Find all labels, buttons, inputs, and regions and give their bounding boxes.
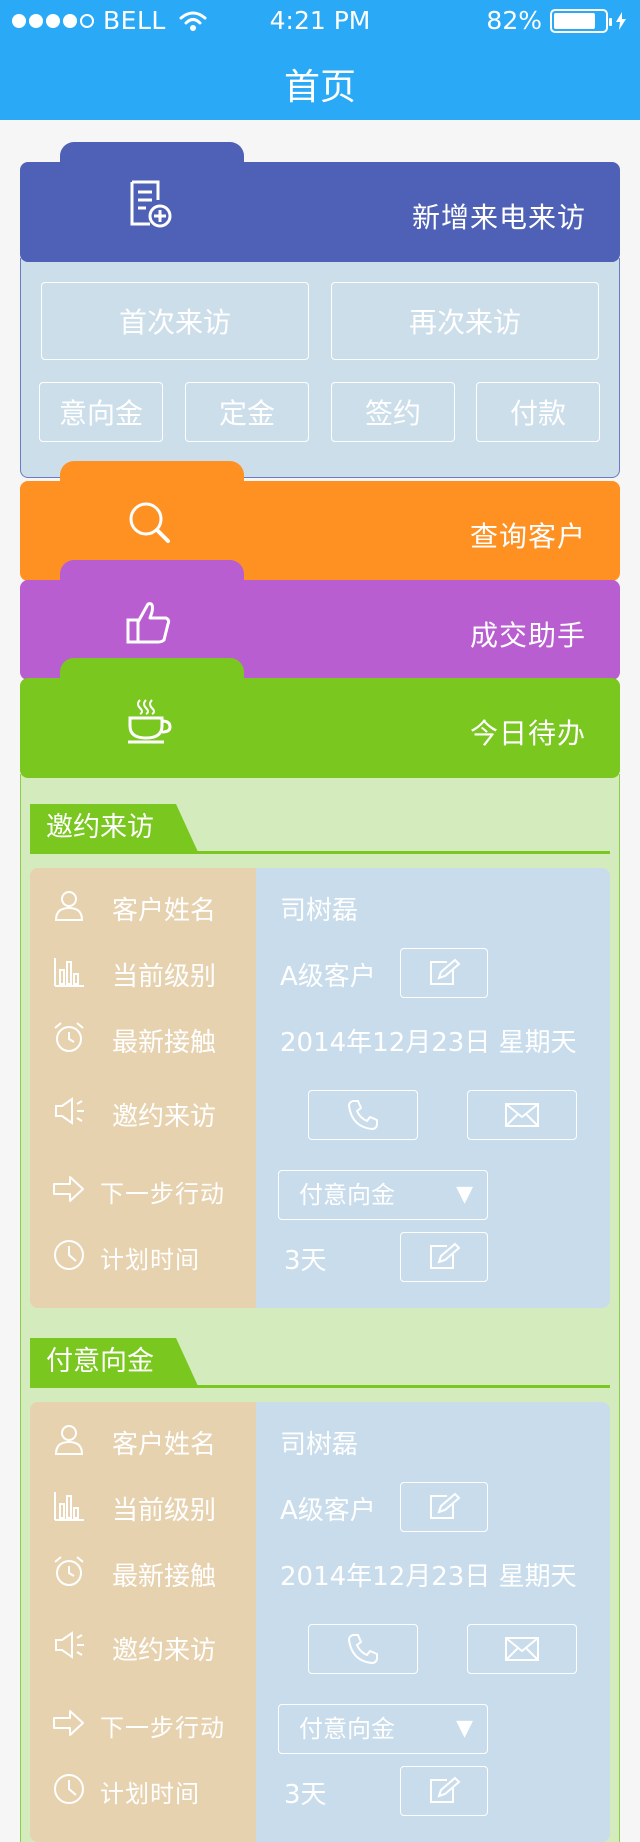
alarm-clock-icon xyxy=(54,1022,84,1052)
next-action-label: 下一步行动 xyxy=(100,1714,225,1742)
next-action-select[interactable]: 付意向金 ▼ xyxy=(278,1704,488,1754)
folder-tab xyxy=(60,658,244,686)
next-action-select[interactable]: 付意向金 ▼ xyxy=(278,1170,488,1220)
person-icon xyxy=(54,1425,84,1455)
plan-time-value: 3天 xyxy=(284,1780,327,1810)
current-level-label: 当前级别 xyxy=(112,962,217,992)
edit-icon xyxy=(430,1242,461,1269)
intent-deposit-button[interactable]: 意向金 xyxy=(39,382,163,442)
dropdown-triangle-icon: ▼ xyxy=(456,1716,473,1741)
new-visit-folder[interactable]: 新增来电来访 xyxy=(20,142,620,262)
deal-assistant-title: 成交助手 xyxy=(469,619,586,652)
megaphone-icon xyxy=(55,1631,84,1659)
invite-visit-label: 邀约来访 xyxy=(112,1102,217,1132)
thumbs-up-icon xyxy=(126,602,171,644)
todo-card: 客户姓名 司树磊 当前级别 A级客户 最新接触 2014年12月23日 星期天 … xyxy=(30,868,610,1308)
payment-button[interactable]: 付款 xyxy=(476,382,600,442)
plan-time-label: 计划时间 xyxy=(100,1780,200,1808)
arrow-right-icon xyxy=(53,1710,84,1736)
envelope-icon xyxy=(505,1103,539,1127)
edit-level-button[interactable] xyxy=(400,1482,488,1532)
customer-name-value: 司树磊 xyxy=(280,896,359,926)
customer-name-label: 客户姓名 xyxy=(112,896,217,926)
edit-icon xyxy=(430,958,461,985)
new-visit-panel: 首次来访 再次来访 意向金 定金 签约 付款 xyxy=(20,258,620,478)
todo-folder[interactable]: 今日待办 xyxy=(20,658,620,778)
phone-icon xyxy=(348,1634,378,1664)
arrow-right-icon xyxy=(53,1176,84,1202)
edit-icon xyxy=(430,1776,461,1803)
message-button[interactable] xyxy=(467,1624,577,1674)
todo-card: 客户姓名 司树磊 当前级别 A级客户 最新接触 2014年12月23日 星期天 … xyxy=(30,1402,610,1842)
folder-tab xyxy=(60,142,244,170)
last-contact-value: 2014年12月23日 星期天 xyxy=(280,1028,577,1058)
todo-section-label: 邀约来访 xyxy=(30,804,198,852)
page-title: 首页 xyxy=(283,67,356,108)
edit-plan-button[interactable] xyxy=(400,1232,488,1282)
todo-section-label: 付意向金 xyxy=(30,1338,198,1386)
battery-percent: 82% xyxy=(486,6,542,35)
last-contact-label: 最新接触 xyxy=(112,1562,217,1592)
dropdown-triangle-icon: ▼ xyxy=(456,1182,473,1207)
alarm-clock-icon xyxy=(54,1556,84,1586)
plan-time-label: 计划时间 xyxy=(100,1246,200,1274)
add-document-icon xyxy=(130,180,172,228)
invite-visit-label: 邀约来访 xyxy=(112,1636,217,1666)
clock-icon xyxy=(54,1240,84,1270)
search-icon xyxy=(129,502,170,543)
search-customer-title: 查询客户 xyxy=(469,520,586,553)
edit-plan-button[interactable] xyxy=(400,1766,488,1816)
first-visit-button[interactable]: 首次来访 xyxy=(41,282,309,360)
new-visit-title: 新增来电来访 xyxy=(411,201,586,234)
top-bar: BELL 4:21 PM 82% 首页 xyxy=(0,0,640,120)
person-icon xyxy=(54,891,84,921)
last-contact-label: 最新接触 xyxy=(112,1028,217,1058)
battery-area: 82% xyxy=(486,6,626,35)
charging-bolt-icon xyxy=(616,11,626,30)
envelope-icon xyxy=(505,1637,539,1661)
next-action-value: 付意向金 xyxy=(299,1715,395,1743)
customer-name-value: 司树磊 xyxy=(280,1430,359,1460)
deposit-button[interactable]: 定金 xyxy=(185,382,309,442)
folder-tab xyxy=(60,560,244,588)
edit-level-button[interactable] xyxy=(400,948,488,998)
call-button[interactable] xyxy=(308,1090,418,1140)
todo-section-header: 邀约来访 xyxy=(30,804,610,854)
next-action-label: 下一步行动 xyxy=(100,1180,225,1208)
clock-icon xyxy=(54,1774,84,1804)
current-level-label: 当前级别 xyxy=(112,1496,217,1526)
bar-chart-icon xyxy=(54,1492,84,1521)
coffee-cup-icon xyxy=(128,699,172,744)
sign-contract-button[interactable]: 签约 xyxy=(331,382,455,442)
phone-icon xyxy=(348,1100,378,1130)
megaphone-icon xyxy=(55,1097,84,1125)
message-button[interactable] xyxy=(467,1090,577,1140)
revisit-button[interactable]: 再次来访 xyxy=(331,282,599,360)
status-bar: BELL 4:21 PM 82% xyxy=(0,0,640,42)
todo-title: 今日待办 xyxy=(469,717,586,750)
todo-section-header: 付意向金 xyxy=(30,1338,610,1388)
edit-icon xyxy=(430,1492,461,1519)
plan-time-value: 3天 xyxy=(284,1246,327,1276)
call-button[interactable] xyxy=(308,1624,418,1674)
bar-chart-icon xyxy=(54,958,84,987)
current-level-value: A级客户 xyxy=(280,1496,376,1526)
customer-name-label: 客户姓名 xyxy=(112,1430,217,1460)
battery-icon xyxy=(550,8,612,33)
next-action-value: 付意向金 xyxy=(299,1181,395,1209)
last-contact-value: 2014年12月23日 星期天 xyxy=(280,1562,577,1592)
battery-fill xyxy=(554,12,595,29)
current-level-value: A级客户 xyxy=(280,962,376,992)
folder-tab xyxy=(60,461,244,489)
